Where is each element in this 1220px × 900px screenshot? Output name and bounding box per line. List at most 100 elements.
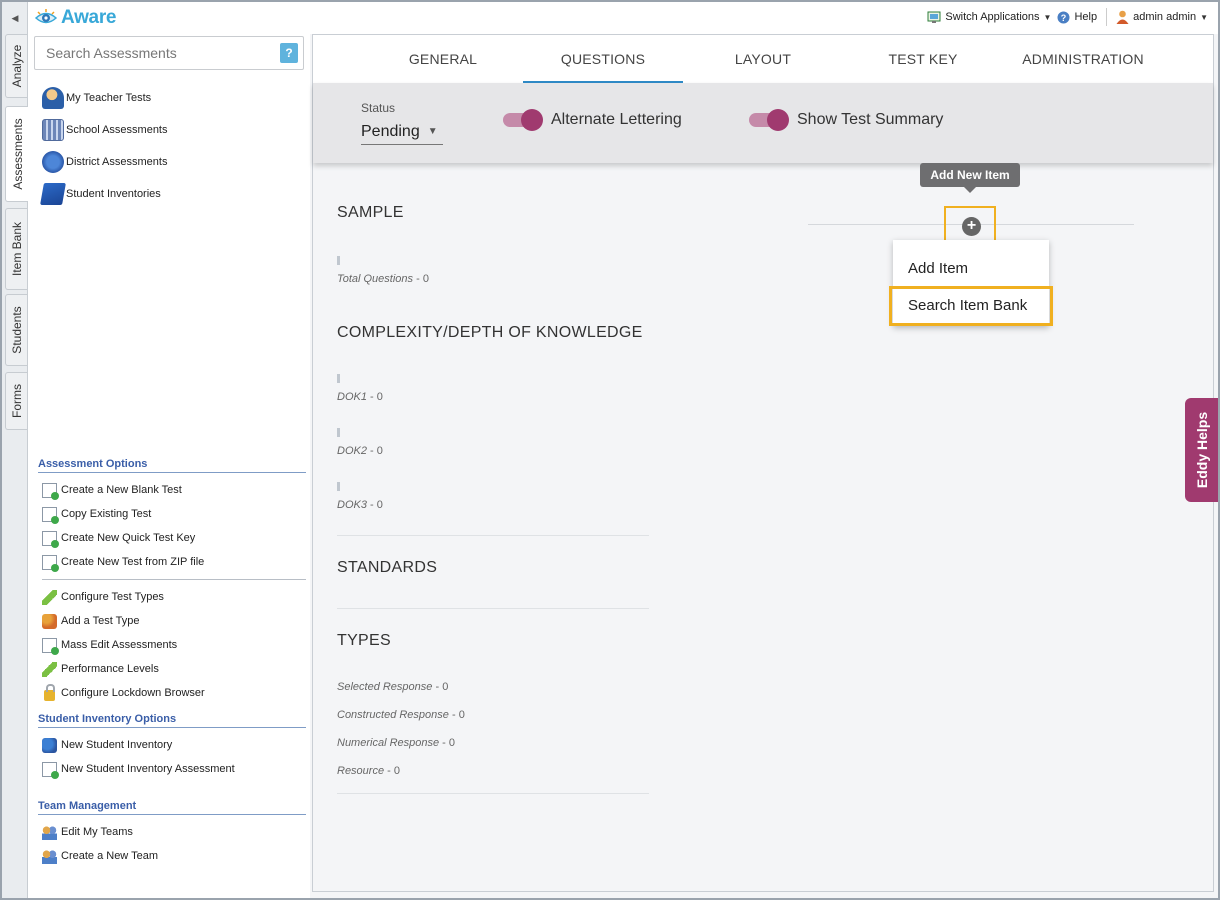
vtab-item-bank-label: Item Bank bbox=[9, 221, 24, 277]
eddy-helps-button[interactable]: Eddy Helps bbox=[1185, 398, 1218, 502]
option-label: Performance Levels bbox=[61, 663, 159, 675]
toggle-switch[interactable] bbox=[749, 109, 789, 131]
vtab-students[interactable]: Students bbox=[5, 294, 27, 366]
option-label: Create a New Blank Test bbox=[61, 484, 182, 496]
add-test-type-link[interactable]: Add a Test Type bbox=[42, 612, 139, 630]
status-dropdown[interactable]: Pending ▼ bbox=[361, 119, 443, 145]
nav-student-inventories[interactable]: Student Inventories bbox=[40, 178, 168, 210]
create-test-from-zip-link[interactable]: Create New Test from ZIP file bbox=[42, 553, 204, 572]
status-label: Status bbox=[361, 101, 396, 115]
tab-administration[interactable]: ADMINISTRATION bbox=[1003, 35, 1163, 83]
tab-layout[interactable]: LAYOUT bbox=[683, 35, 843, 83]
eye-logo-icon bbox=[34, 9, 58, 24]
help-icon: ? bbox=[1057, 11, 1070, 23]
aware-logo[interactable]: Aware bbox=[34, 7, 116, 29]
toggle-label: Alternate Lettering bbox=[551, 111, 682, 128]
divider bbox=[42, 579, 306, 580]
toggle-label: Show Test Summary bbox=[797, 111, 944, 128]
progress-bar bbox=[337, 374, 340, 383]
main-panel: GENERAL QUESTIONS LAYOUT TEST KEY ADMINI… bbox=[312, 34, 1214, 892]
progress-bar bbox=[337, 482, 340, 491]
option-label: Create a New Team bbox=[61, 850, 159, 862]
vtab-item-bank[interactable]: Item Bank bbox=[5, 208, 27, 290]
user-name: admin admin bbox=[1133, 11, 1197, 23]
stat-value: - 0 bbox=[451, 709, 465, 721]
book-icon bbox=[40, 183, 66, 205]
add-item-menu: Add Item Search Item Bank bbox=[889, 240, 1053, 326]
search-assessments-box: ? bbox=[34, 36, 304, 70]
help-label: Help bbox=[1074, 11, 1098, 23]
create-quick-test-key-link[interactable]: Create New Quick Test Key bbox=[42, 529, 195, 548]
lock-icon bbox=[44, 683, 55, 701]
mass-edit-assessments-link[interactable]: Mass Edit Assessments bbox=[42, 636, 177, 655]
tab-test-key[interactable]: TEST KEY bbox=[843, 35, 1003, 83]
divider bbox=[337, 535, 649, 536]
vtab-assessments[interactable]: Assessments bbox=[5, 106, 29, 202]
team-management-heading: Team Management bbox=[38, 800, 306, 815]
plus-circle-icon[interactable]: + bbox=[962, 217, 981, 236]
teacher-icon bbox=[42, 87, 64, 109]
tab-bar: GENERAL QUESTIONS LAYOUT TEST KEY ADMINI… bbox=[313, 35, 1213, 83]
toggle-switch[interactable] bbox=[503, 109, 543, 131]
switch-applications-menu[interactable]: Switch Applications ▼ bbox=[927, 11, 1051, 24]
inventory-icon bbox=[42, 737, 57, 753]
vtab-forms[interactable]: Forms bbox=[5, 372, 27, 430]
copy-existing-test-link[interactable]: Copy Existing Test bbox=[42, 505, 151, 524]
edit-document-icon bbox=[42, 637, 59, 655]
tab-questions[interactable]: QUESTIONS bbox=[523, 35, 683, 83]
create-blank-test-link[interactable]: Create a New Blank Test bbox=[42, 481, 182, 500]
stat-label: DOK1 bbox=[337, 391, 367, 403]
dok2-stat: DOK2 - 0 bbox=[337, 445, 383, 457]
progress-bar bbox=[337, 256, 340, 265]
create-new-team-link[interactable]: Create a New Team bbox=[42, 847, 158, 865]
stat-label: DOK2 bbox=[337, 445, 367, 457]
stat-label: Constructed Response bbox=[337, 709, 449, 721]
puzzle-icon bbox=[42, 613, 57, 629]
new-student-inventory-assessment-link[interactable]: New Student Inventory Assessment bbox=[42, 760, 235, 779]
types-heading: TYPES bbox=[337, 632, 391, 649]
menu-add-item[interactable]: Add Item bbox=[893, 251, 1049, 287]
eddy-helps-label: Eddy Helps bbox=[1193, 411, 1210, 489]
performance-levels-link[interactable]: Performance Levels bbox=[42, 660, 159, 678]
configure-lockdown-browser-link[interactable]: Configure Lockdown Browser bbox=[42, 683, 205, 702]
assessment-options-heading: Assessment Options bbox=[38, 458, 306, 473]
tab-general[interactable]: GENERAL bbox=[363, 35, 523, 83]
stat-value: - 0 bbox=[370, 391, 383, 403]
assessment-nav-list: My Teacher Tests School Assessments Dist… bbox=[40, 82, 168, 210]
chevron-down-icon: ▼ bbox=[1043, 12, 1052, 22]
zip-document-icon bbox=[42, 554, 59, 572]
divider bbox=[337, 608, 649, 609]
vtab-analyze[interactable]: Analyze bbox=[5, 34, 27, 98]
stat-value: - 0 bbox=[442, 737, 456, 749]
top-right-menu: Switch Applications ▼ ? Help admin admin… bbox=[927, 8, 1208, 26]
new-student-inventory-link[interactable]: New Student Inventory bbox=[42, 736, 172, 754]
edit-my-teams-link[interactable]: Edit My Teams bbox=[42, 823, 133, 841]
show-test-summary-toggle[interactable]: Show Test Summary bbox=[749, 109, 944, 131]
alternate-lettering-toggle[interactable]: Alternate Lettering bbox=[503, 109, 682, 131]
nav-label: School Assessments bbox=[66, 124, 168, 136]
nav-school-assessments[interactable]: School Assessments bbox=[42, 114, 168, 146]
option-label: Configure Test Types bbox=[61, 591, 164, 603]
search-help-icon[interactable]: ? bbox=[280, 43, 298, 63]
search-assessments-input[interactable] bbox=[36, 38, 276, 68]
copy-document-icon bbox=[42, 506, 59, 524]
configure-test-types-link[interactable]: Configure Test Types bbox=[42, 588, 164, 606]
new-document-icon bbox=[42, 761, 59, 779]
switch-apps-label: Switch Applications bbox=[945, 11, 1040, 23]
nav-label: Student Inventories bbox=[66, 188, 161, 200]
help-link[interactable]: ? Help bbox=[1057, 11, 1097, 24]
top-bar: Aware Switch Applications ▼ ? Help admin… bbox=[28, 2, 1218, 34]
resource-stat: Resource - 0 bbox=[337, 765, 400, 777]
settings-bar: Status Pending ▼ Alternate Lettering Sho… bbox=[313, 83, 1213, 163]
app-name: Aware bbox=[61, 7, 117, 28]
collapse-arrow-icon[interactable]: ◀ bbox=[5, 10, 25, 26]
selected-response-stat: Selected Response - 0 bbox=[337, 681, 448, 693]
dok1-stat: DOK1 - 0 bbox=[337, 391, 383, 403]
option-label: New Student Inventory Assessment bbox=[61, 763, 235, 775]
vertical-tab-strip: ◀ Analyze Assessments Item Bank Students… bbox=[2, 2, 29, 898]
menu-search-item-bank[interactable]: Search Item Bank bbox=[889, 286, 1053, 326]
user-menu[interactable]: admin admin ▼ bbox=[1116, 10, 1208, 24]
key-document-icon bbox=[42, 530, 59, 548]
nav-my-teacher-tests[interactable]: My Teacher Tests bbox=[42, 82, 168, 114]
nav-district-assessments[interactable]: District Assessments bbox=[42, 146, 168, 178]
